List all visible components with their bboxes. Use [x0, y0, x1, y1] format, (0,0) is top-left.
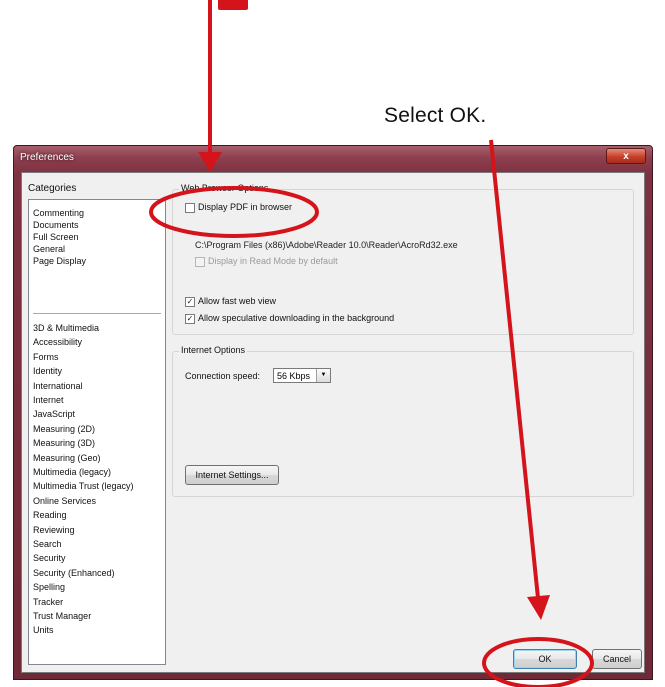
category-item[interactable]: Measuring (Geo): [33, 453, 101, 463]
top-highlight-box: [218, 0, 248, 10]
category-item[interactable]: International: [33, 381, 83, 391]
category-item[interactable]: Internet: [33, 395, 64, 405]
category-item[interactable]: Documents: [33, 220, 79, 230]
category-item[interactable]: 3D & Multimedia: [33, 323, 99, 333]
ok-button[interactable]: OK: [513, 649, 577, 669]
display-pdf-label: Display PDF in browser: [198, 202, 293, 212]
dialog-client-area: Categories Commenting Documents Full Scree…: [21, 172, 645, 673]
internet-options-label: Internet Options: [179, 345, 248, 355]
display-pdf-checkbox[interactable]: [185, 202, 195, 213]
fast-web-view-checkbox[interactable]: ✓: [185, 296, 195, 307]
fast-web-view-label: Allow fast web view: [198, 296, 277, 306]
speculative-download-checkbox[interactable]: ✓: [185, 313, 195, 324]
category-item[interactable]: Online Services: [33, 496, 96, 506]
category-item[interactable]: Measuring (2D): [33, 424, 95, 434]
category-item[interactable]: Measuring (3D): [33, 438, 95, 448]
category-item[interactable]: Identity: [33, 366, 62, 376]
category-item[interactable]: Trust Manager: [33, 611, 91, 621]
speculative-download-row[interactable]: ✓ Allow speculative downloading in the ba…: [185, 313, 394, 324]
category-item[interactable]: Accessibility: [33, 337, 82, 347]
web-browser-options-label: Web Browser Options: [179, 183, 271, 193]
category-item[interactable]: JavaScript: [33, 409, 75, 419]
chevron-down-icon: ▼: [316, 369, 330, 382]
internet-settings-button[interactable]: Internet Settings...: [185, 465, 279, 485]
close-button[interactable]: x: [606, 148, 646, 164]
categories-list[interactable]: Commenting Documents Full Screen General Pag…: [28, 199, 166, 665]
category-item[interactable]: Commenting: [33, 208, 84, 218]
category-item[interactable]: Reviewing: [33, 525, 75, 535]
reader-path-text: C:\Program Files (x86)\Adobe\Reader 10.0…: [195, 240, 458, 250]
category-item[interactable]: Tracker: [33, 597, 63, 607]
category-item[interactable]: Forms: [33, 352, 59, 362]
fast-web-view-row[interactable]: ✓ Allow fast web view: [185, 296, 276, 307]
category-item[interactable]: Security: [33, 553, 66, 563]
read-mode-label: Display in Read Mode by default: [208, 256, 338, 266]
connection-speed-value: 56 Kbps: [277, 371, 311, 381]
category-item[interactable]: Units: [33, 625, 54, 635]
speculative-download-label: Allow speculative downloading in the bac…: [198, 313, 395, 323]
preferences-dialog: Preferences x Categories Commenting Docum…: [13, 145, 653, 680]
category-item[interactable]: Search: [33, 539, 62, 549]
display-pdf-in-browser-row[interactable]: Display PDF in browser: [185, 202, 292, 213]
dialog-title: Preferences: [20, 152, 74, 163]
read-mode-row: Display in Read Mode by default: [195, 256, 338, 267]
connection-speed-label: Connection speed:: [185, 371, 261, 381]
category-item[interactable]: Page Display: [33, 256, 86, 266]
connection-speed-dropdown[interactable]: 56 Kbps ▼: [273, 368, 331, 383]
category-item[interactable]: Multimedia (legacy): [33, 467, 111, 477]
categories-label: Categories: [28, 183, 77, 194]
category-item[interactable]: Reading: [33, 510, 67, 520]
title-bar[interactable]: Preferences x: [14, 146, 652, 172]
annotation-caption: Select OK.: [384, 104, 487, 127]
category-item[interactable]: Spelling: [33, 582, 65, 592]
internet-options-group: Internet Options Connection speed: 56 Kb…: [172, 345, 634, 497]
cancel-button[interactable]: Cancel: [592, 649, 642, 669]
category-item[interactable]: Full Screen: [33, 232, 79, 242]
read-mode-checkbox: [195, 256, 205, 267]
categories-divider: [33, 313, 161, 314]
web-browser-options-group: Web Browser Options Display PDF in brows…: [172, 183, 634, 335]
category-item[interactable]: Security (Enhanced): [33, 568, 115, 578]
category-item[interactable]: General: [33, 244, 65, 254]
category-item[interactable]: Multimedia Trust (legacy): [33, 481, 134, 491]
